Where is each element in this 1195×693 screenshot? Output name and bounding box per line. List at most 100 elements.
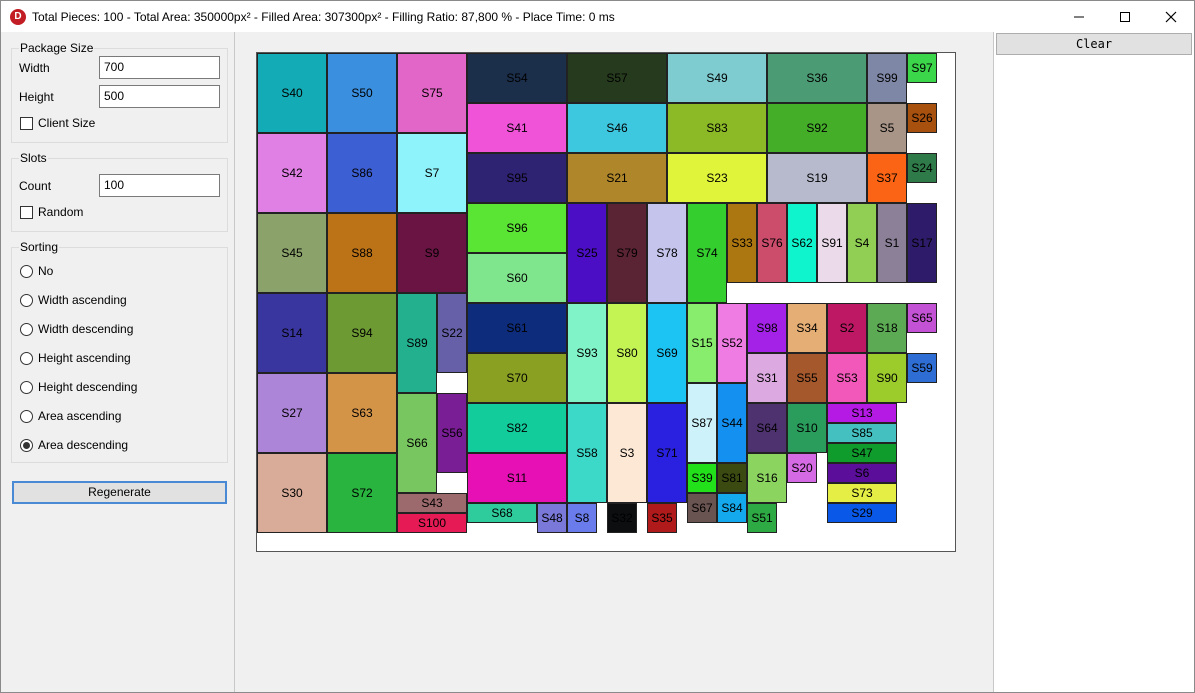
piece-label: S20 <box>791 461 813 475</box>
close-icon <box>1165 11 1177 23</box>
piece-label: S35 <box>651 511 673 525</box>
piece-label: S43 <box>421 496 443 510</box>
piece-s86: S86 <box>327 133 397 213</box>
piece-s88: S88 <box>327 213 397 293</box>
log-panel: Clear <box>993 32 1194 692</box>
minimize-icon <box>1074 16 1084 18</box>
piece-label: S6 <box>854 466 870 480</box>
piece-label: S61 <box>506 321 528 335</box>
piece-s44: S44 <box>717 383 747 463</box>
piece-s42: S42 <box>257 133 327 213</box>
piece-s84: S84 <box>717 493 747 523</box>
close-button[interactable] <box>1148 1 1194 33</box>
piece-label: S88 <box>351 246 373 260</box>
piece-s67: S67 <box>687 493 717 523</box>
piece-s16: S16 <box>747 453 787 503</box>
piece-label: S73 <box>851 486 873 500</box>
package-size-title: Package Size <box>19 41 95 55</box>
client-size-label: Client Size <box>38 116 96 130</box>
sort-height-asc-radio[interactable] <box>20 352 33 365</box>
piece-s49: S49 <box>667 53 767 103</box>
sort-area-desc-radio[interactable] <box>20 439 33 452</box>
piece-label: S39 <box>691 471 713 485</box>
sort-area-desc-label: Area descending <box>38 438 129 452</box>
piece-label: S66 <box>406 436 428 450</box>
slots-title: Slots <box>19 151 48 165</box>
piece-label: S54 <box>506 71 528 85</box>
piece-label: S1 <box>884 236 900 250</box>
piece-s51: S51 <box>747 503 777 533</box>
client-size-checkbox[interactable] <box>20 117 33 130</box>
sort-height-desc-radio[interactable] <box>20 381 33 394</box>
piece-s55: S55 <box>787 353 827 403</box>
piece-s48: S48 <box>537 503 567 533</box>
sort-width-desc-radio[interactable] <box>20 323 33 336</box>
piece-label: S17 <box>911 236 933 250</box>
sorting-group: Sorting No Width ascending Width descend… <box>11 240 228 463</box>
title-bar: D Total Pieces: 100 - Total Area: 350000… <box>0 0 1195 32</box>
clear-button[interactable]: Clear <box>996 33 1192 55</box>
random-checkbox[interactable] <box>20 206 33 219</box>
piece-s58: S58 <box>567 403 607 503</box>
piece-label: S96 <box>506 221 528 235</box>
piece-s71: S71 <box>647 403 687 503</box>
piece-s68: S68 <box>467 503 537 523</box>
piece-label: S24 <box>911 161 933 175</box>
piece-s73: S73 <box>827 483 897 503</box>
piece-label: S23 <box>706 171 728 185</box>
sort-width-asc-radio[interactable] <box>20 294 33 307</box>
piece-label: S65 <box>911 311 933 325</box>
piece-label: S45 <box>281 246 303 260</box>
sort-width-asc-label: Width ascending <box>38 293 127 307</box>
sort-no-radio[interactable] <box>20 265 33 278</box>
piece-s17: S17 <box>907 203 937 283</box>
piece-s59: S59 <box>907 353 937 383</box>
piece-s41: S41 <box>467 103 567 153</box>
piece-s10: S10 <box>787 403 827 453</box>
piece-s23: S23 <box>667 153 767 203</box>
piece-label: S60 <box>506 271 528 285</box>
sort-height-desc-label: Height descending <box>38 380 138 394</box>
piece-s18: S18 <box>867 303 907 353</box>
piece-label: S7 <box>424 166 440 180</box>
piece-s75: S75 <box>397 53 467 133</box>
piece-s2: S2 <box>827 303 867 353</box>
piece-s11: S11 <box>467 453 567 503</box>
sort-area-asc-radio[interactable] <box>20 410 33 423</box>
piece-label: S97 <box>911 61 933 75</box>
piece-label: S37 <box>876 171 898 185</box>
piece-s15: S15 <box>687 303 717 383</box>
height-input[interactable]: 500 <box>99 85 220 108</box>
piece-label: S44 <box>721 416 743 430</box>
piece-s79: S79 <box>607 203 647 303</box>
piece-label: S46 <box>606 121 628 135</box>
piece-label: S21 <box>606 171 628 185</box>
piece-label: S19 <box>806 171 828 185</box>
piece-label: S34 <box>796 321 818 335</box>
piece-label: S64 <box>756 421 778 435</box>
width-input[interactable]: 700 <box>99 56 220 79</box>
random-label: Random <box>38 205 84 219</box>
regenerate-button[interactable]: Regenerate <box>12 481 227 504</box>
piece-s35: S35 <box>647 503 677 533</box>
piece-label: S85 <box>851 426 873 440</box>
piece-s7: S7 <box>397 133 467 213</box>
piece-s33: S33 <box>727 203 757 283</box>
piece-label: S30 <box>281 486 303 500</box>
piece-label: S62 <box>791 236 813 250</box>
piece-s100: S100 <box>397 513 467 533</box>
piece-label: S55 <box>796 371 818 385</box>
piece-s92: S92 <box>767 103 867 153</box>
piece-s36: S36 <box>767 53 867 103</box>
maximize-button[interactable] <box>1102 1 1148 33</box>
piece-s34: S34 <box>787 303 827 353</box>
piece-label: S41 <box>506 121 528 135</box>
piece-label: S79 <box>616 246 638 260</box>
count-input[interactable]: 100 <box>99 174 220 197</box>
piece-label: S9 <box>424 246 440 260</box>
minimize-button[interactable] <box>1056 1 1102 33</box>
piece-label: S93 <box>576 346 598 360</box>
piece-label: S82 <box>506 421 528 435</box>
package-canvas[interactable]: S40 S50 S75 S54 S57 S49 S36 S99 S97 S42 S86 S7 S41 S4… <box>256 52 956 552</box>
piece-s78: S78 <box>647 203 687 303</box>
